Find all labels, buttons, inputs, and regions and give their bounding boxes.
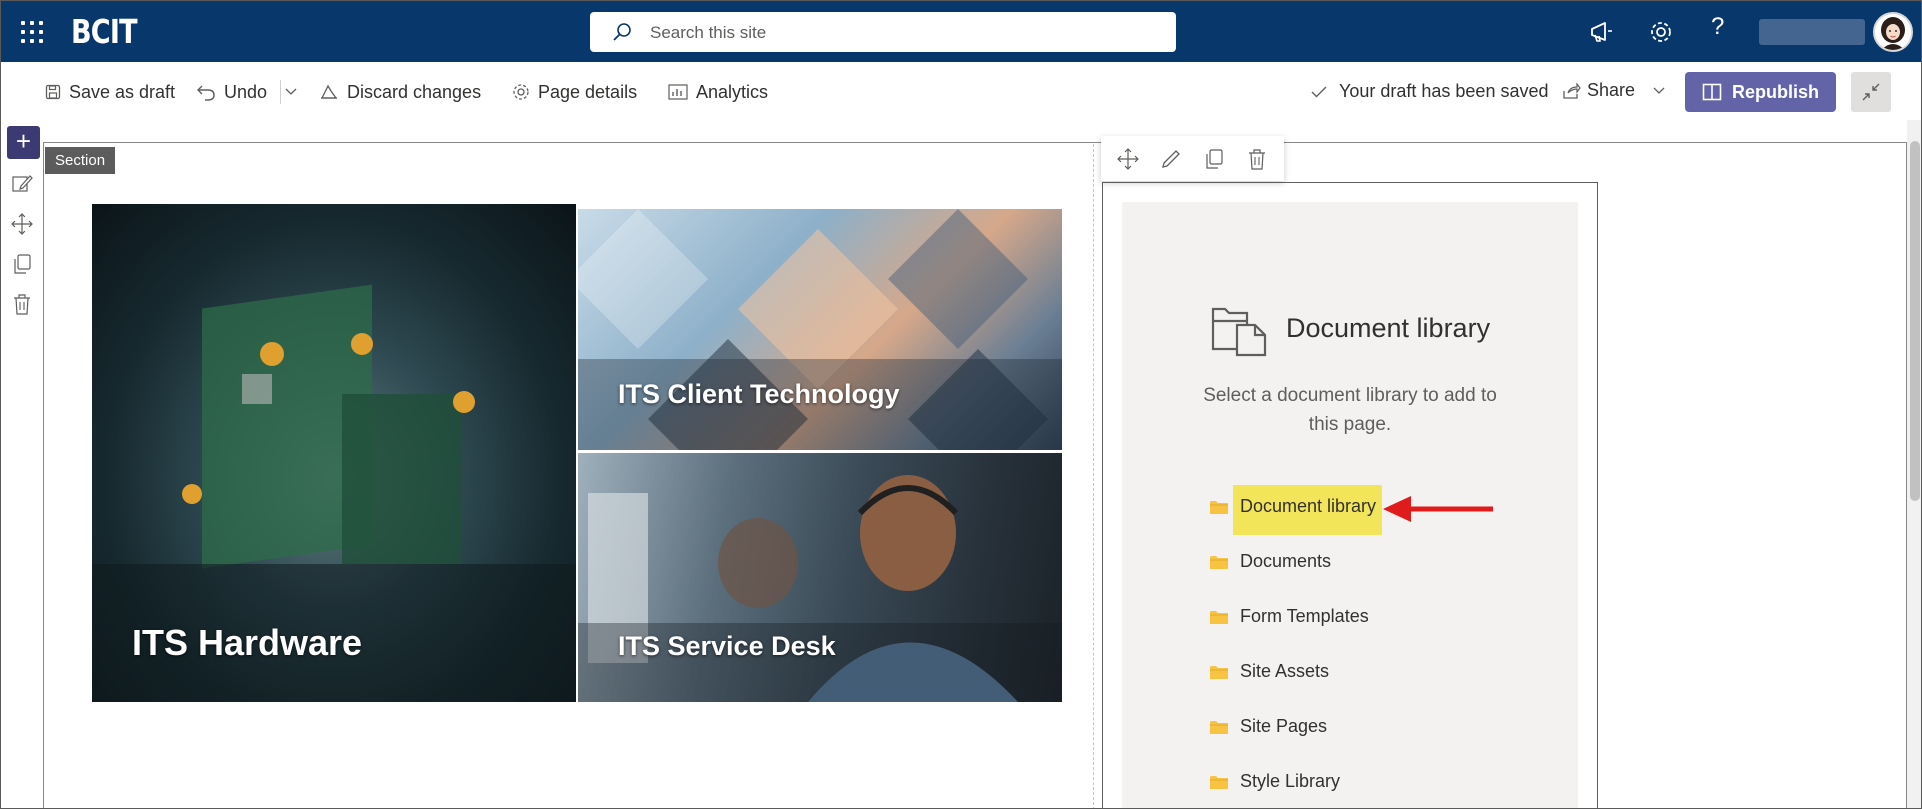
library-item-style-library[interactable]: Style Library [1210,771,1340,792]
undo-button[interactable]: Undo [196,80,267,104]
hero-tile-hardware[interactable]: ITS Hardware [92,204,576,702]
analytics-button[interactable]: Analytics [668,80,768,104]
undo-icon [197,85,215,101]
app-window: BCIT Search this site ? Save as draft Un… [0,0,1922,809]
search-placeholder: Search this site [650,23,767,42]
search-box[interactable]: Search this site [590,12,1176,52]
library-item-form-templates[interactable]: Form Templates [1210,606,1369,627]
chevron-down-icon [1653,87,1665,94]
gear-icon [513,84,529,100]
suite-bar: BCIT Search this site ? [1,1,1921,62]
republish-button[interactable]: Republish [1685,72,1836,112]
service-desk-image [578,475,1062,702]
page-details-button[interactable]: Page details [512,80,637,104]
collapse-button[interactable] [1851,72,1891,112]
book-icon [1702,83,1722,101]
webpart-title: Document library [1286,313,1491,343]
folder-icon [1210,555,1228,569]
library-item-site-assets[interactable]: Site Assets [1210,661,1329,682]
undo-dropdown[interactable] [280,80,305,104]
library-item-document-library[interactable]: Document library [1210,496,1376,517]
command-bar: Save as draft Undo Discard changes Page … [1,62,1921,120]
avatar[interactable] [1873,12,1913,52]
save-status: Your draft has been saved [1311,81,1549,102]
folder-icon [1210,500,1228,514]
share-button[interactable]: Share [1563,80,1665,101]
add-section-button[interactable]: + [7,126,40,159]
save-icon [45,84,61,100]
save-as-draft-button[interactable]: Save as draft [45,80,175,104]
trash-icon[interactable] [1246,148,1268,170]
trash-icon[interactable] [11,293,33,315]
hero-tile-label: ITS Hardware [132,622,363,663]
discard-icon [320,84,338,99]
scrollbar-thumb[interactable] [1910,141,1920,501]
folder-icon [1210,665,1228,679]
app-launcher-icon[interactable] [21,21,43,43]
section-toolbar: + [1,123,43,808]
discard-changes-button[interactable]: Discard changes [319,80,481,104]
help-icon[interactable]: ? [1711,13,1724,41]
folder-icon [1210,610,1228,624]
duplicate-icon[interactable] [1203,148,1225,170]
library-item-documents[interactable]: Documents [1210,551,1331,572]
gear-icon[interactable] [1647,18,1675,46]
duplicate-icon[interactable] [11,253,33,275]
collapse-icon [1862,83,1880,101]
hero-tile-label: ITS Service Desk [618,631,836,661]
share-icon [1563,82,1581,99]
move-icon[interactable] [1117,147,1140,170]
user-name [1759,19,1865,45]
checkmark-icon [1311,86,1327,97]
search-icon [613,23,631,41]
webpart-description: Select a document library to add to this… [1203,385,1497,435]
column-divider [1093,144,1094,808]
library-item-site-pages[interactable]: Site Pages [1210,716,1327,737]
chevron-down-icon [285,88,297,95]
folder-icon [1210,775,1228,789]
webpart-toolbar [1101,136,1284,181]
hero-tile-label: ITS Client Technology [618,379,900,409]
folder-icon [1210,720,1228,734]
site-logo[interactable]: BCIT [71,12,138,51]
analytics-icon [668,84,688,100]
edit-section-icon[interactable] [11,173,33,195]
section-tag: Section [45,147,116,174]
edit-icon[interactable] [1160,148,1182,170]
annotation-arrow-icon [1383,496,1493,522]
handshake-image [578,209,1062,450]
hero-tile-client-technology[interactable]: ITS Client Technology [578,209,1062,450]
megaphone-icon[interactable] [1588,18,1616,46]
move-icon[interactable] [11,213,33,235]
hero-tile-service-desk[interactable]: ITS Service Desk [578,453,1062,702]
document-library-icon [1211,307,1267,357]
